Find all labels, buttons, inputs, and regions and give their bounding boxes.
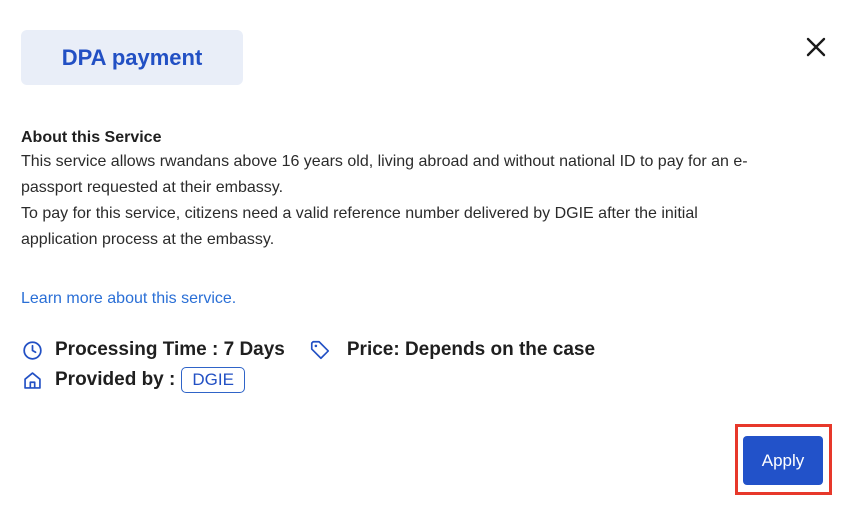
close-icon [806,37,826,57]
service-title-text: DPA payment [61,44,203,70]
learn-more-link[interactable]: Learn more about this service. [21,289,236,309]
provider-label: Provided by : [55,369,176,390]
apply-button[interactable]: Apply [743,436,823,485]
about-line: To pay for this service, citizens need a… [21,205,698,222]
provider-badge[interactable]: DGIE [181,367,245,393]
provider-row: Provided by : DGIE [21,367,245,393]
price-info: Price: Depends on the case [346,339,596,360]
about-heading: About this Service [21,129,162,146]
close-button[interactable] [802,34,830,60]
service-modal: DPA payment About this Service This serv… [0,0,847,512]
home-icon [21,369,43,391]
about-section: About this Service This service allows r… [21,128,831,253]
about-line: application process at the embassy. [21,231,275,248]
about-description: This service allows rwandans above 16 ye… [21,149,831,253]
price-group: Price: Depends on the case [309,338,595,362]
about-line: passport requested at their embassy. [21,179,284,196]
service-title: DPA payment [21,30,243,85]
about-line: This service allows rwandans above 16 ye… [21,153,748,170]
processing-time: Processing Time : 7 Days [55,339,285,360]
service-meta-row: Processing Time : 7 Days Price: Depends … [21,338,595,362]
tag-icon [309,339,331,361]
clock-icon [21,339,43,361]
